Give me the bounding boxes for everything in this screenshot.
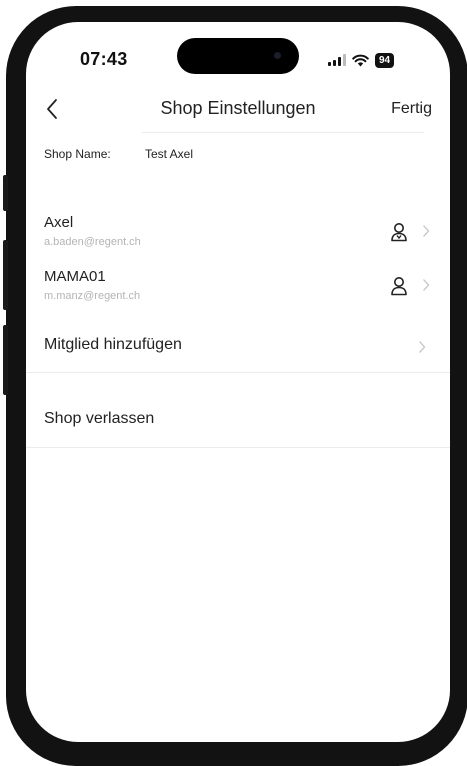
leave-shop-label: Shop verlassen	[44, 410, 155, 427]
shop-name-row: Shop Name: Test Axel	[44, 132, 434, 174]
add-member-row[interactable]: Mitglied hinzufügen	[26, 320, 450, 374]
member-row-axel[interactable]: Axel a.baden@regent.ch	[44, 214, 434, 258]
chevron-right-icon	[419, 341, 426, 353]
shop-name-label: Shop Name:	[44, 147, 111, 161]
wifi-icon	[352, 54, 369, 66]
person-icon	[391, 277, 407, 296]
status-time: 07:43	[80, 49, 128, 69]
member-name: MAMA01	[44, 268, 106, 285]
member-row-mama01[interactable]: MAMA01 m.manz@regent.ch	[44, 268, 434, 312]
member-name: Axel	[44, 214, 74, 231]
page-title: Shop Einstellungen	[160, 98, 316, 118]
phone-action-button	[3, 175, 8, 211]
camera-icon	[274, 52, 281, 59]
battery-icon: 94	[375, 52, 395, 68]
phone-volume-up-button	[3, 240, 8, 310]
status-icons: 94	[328, 52, 395, 68]
divider	[26, 447, 450, 448]
dynamic-island	[177, 38, 299, 74]
add-member-label: Mitglied hinzufügen	[44, 336, 182, 353]
member-email: m.manz@regent.ch	[44, 290, 141, 302]
chevron-right-icon	[423, 225, 430, 237]
done-button[interactable]: Fertig	[391, 100, 432, 118]
chevron-right-icon	[423, 279, 430, 291]
owner-person-icon	[391, 223, 407, 242]
app-screen: 07:43 94 Shop Einstellungen Fertig Shop …	[26, 22, 450, 742]
divider	[26, 372, 450, 373]
shop-name-field[interactable]: Test Axel	[145, 147, 193, 161]
leave-shop-row[interactable]: Shop verlassen	[26, 394, 450, 448]
member-email: a.baden@regent.ch	[44, 236, 141, 248]
cellular-signal-icon	[328, 54, 346, 66]
phone-volume-down-button	[3, 325, 8, 395]
divider	[142, 132, 424, 133]
